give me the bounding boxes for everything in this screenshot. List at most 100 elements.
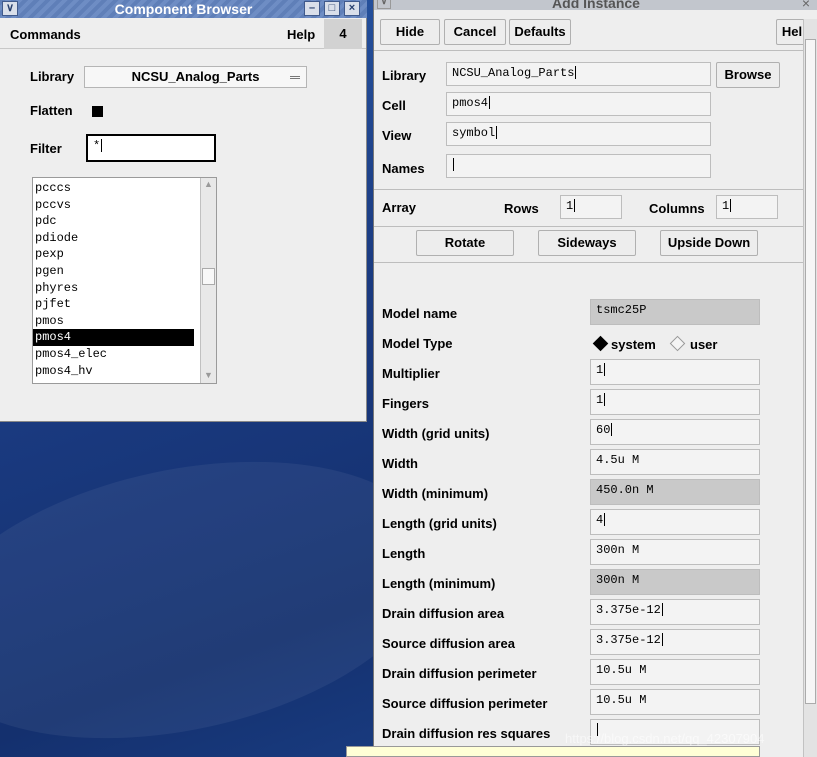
minimize-icon[interactable]: – [304,1,320,16]
sideways-button[interactable]: Sideways [538,230,636,256]
list-item[interactable]: pgen [33,263,194,280]
defaults-button[interactable]: Defaults [509,19,571,45]
browse-button[interactable]: Browse [716,62,780,88]
list-item[interactable]: phyres [33,280,194,297]
width-grid-input[interactable]: 60 [590,419,760,445]
cell-input[interactable]: pmos4 [446,92,711,116]
list-item[interactable]: pjfet [33,296,194,313]
library-input-value: NCSU_Analog_Parts [452,66,575,80]
scroll-thumb[interactable] [805,39,816,704]
radio-user-label[interactable]: user [690,337,717,352]
text-cursor [604,513,606,527]
radio-system-label[interactable]: system [611,337,656,352]
rotate-button[interactable]: Rotate [416,230,514,256]
list-item[interactable]: pmos4_hv [33,363,194,380]
cancel-button[interactable]: Cancel [444,19,506,45]
list-item[interactable]: pmos4_elec [33,346,194,363]
separator [374,50,804,51]
filter-input[interactable]: * [86,134,216,162]
text-cursor [730,199,732,213]
scroll-down-icon[interactable]: ▼ [202,370,215,382]
fingers-value: 1 [596,393,604,407]
width-grid-value: 60 [596,423,611,437]
names-label: Names [382,161,425,176]
scroll-up-icon[interactable]: ▲ [202,179,215,191]
param-label-model-type: Model Type [382,336,453,351]
view-input-value: symbol [452,126,496,140]
window-menu-icon[interactable]: ∨ [377,0,391,9]
cell-list[interactable]: pcccs pccvs pdc pdiode pexp pgen phyres … [32,177,217,384]
param-label-drain-res-squares: Drain diffusion res squares [382,726,551,741]
source-perimeter-input[interactable]: 10.5u M [590,689,760,715]
list-item[interactable]: pccvs [33,197,194,214]
width-input[interactable]: 4.5u M [590,449,760,475]
drain-perimeter-input[interactable]: 10.5u M [590,659,760,685]
flatten-checkbox[interactable] [92,106,103,117]
text-cursor [496,126,498,140]
filter-input-value: * [93,139,101,153]
separator [374,189,804,190]
length-min-field: 300n M [590,569,760,595]
dropdown-icon [290,76,300,79]
source-area-input[interactable]: 3.375e-12 [590,629,760,655]
menu-help[interactable]: Help [287,27,315,42]
list-item[interactable]: pexp [33,246,194,263]
page-number[interactable]: 4 [324,19,362,49]
library-input[interactable]: NCSU_Analog_Parts [446,62,711,86]
add-instance-titlebar[interactable]: ∨ Add Instance × [374,0,817,12]
separator [374,262,804,263]
list-item-selected[interactable]: pmos4 [33,329,194,346]
list-scrollbar[interactable]: ▲ ▼ [200,178,216,383]
drain-perimeter-value: 10.5u M [596,663,647,677]
radio-user-icon[interactable] [669,335,686,352]
model-name-value: tsmc25P [596,303,647,317]
maximize-icon[interactable]: □ [324,1,340,16]
param-label-width-min: Width (minimum) [382,486,489,501]
flatten-label: Flatten [30,103,73,118]
param-label-multiplier: Multiplier [382,366,440,381]
rows-input-value: 1 [566,199,574,213]
hide-button[interactable]: Hide [380,19,440,45]
columns-input[interactable]: 1 [716,195,778,219]
fingers-input[interactable]: 1 [590,389,760,415]
close-icon[interactable]: × [802,0,810,12]
upside-down-button[interactable]: Upside Down [660,230,758,256]
list-item[interactable]: pcccs [33,180,194,197]
radio-system-icon[interactable] [592,335,609,352]
length-min-value: 300n M [596,573,640,587]
cell-input-value: pmos4 [452,96,489,110]
drain-area-value: 3.375e-12 [596,603,661,617]
multiplier-input[interactable]: 1 [590,359,760,385]
cell-label: Cell [382,98,406,113]
text-cursor [575,66,577,80]
names-input[interactable] [446,154,711,178]
list-item[interactable]: pdiode [33,230,194,247]
list-item[interactable]: pdc [33,213,194,230]
library-label: Library [382,68,427,83]
library-label: Library [30,69,75,84]
scroll-thumb[interactable] [202,268,215,285]
text-cursor [611,423,613,437]
add-instance-window: ∨ Add Instance × Hide Cancel Defaults He… [373,0,817,757]
window-menu-icon[interactable]: ∨ [2,1,18,16]
window-title: Component Browser [114,1,253,17]
form-scrollbar[interactable] [803,19,817,757]
param-label-model-name: Model name [382,306,458,321]
model-name-field: tsmc25P [590,299,760,325]
close-icon[interactable]: × [344,1,360,16]
drain-area-input[interactable]: 3.375e-12 [590,599,760,625]
component-browser-titlebar[interactable]: ∨ Component Browser – □ × [0,0,367,18]
source-area-value: 3.375e-12 [596,633,661,647]
tooltip [346,746,760,757]
param-label-length-grid: Length (grid units) [382,516,497,531]
columns-input-value: 1 [722,199,730,213]
param-label-fingers: Fingers [382,396,429,411]
length-input[interactable]: 300n M [590,539,760,565]
rows-input[interactable]: 1 [560,195,622,219]
width-min-field: 450.0n M [590,479,760,505]
list-item[interactable]: pmos [33,313,194,330]
library-select[interactable]: NCSU_Analog_Parts [84,66,307,88]
view-input[interactable]: symbol [446,122,711,146]
menu-commands[interactable]: Commands [10,27,81,42]
length-grid-input[interactable]: 4 [590,509,760,535]
